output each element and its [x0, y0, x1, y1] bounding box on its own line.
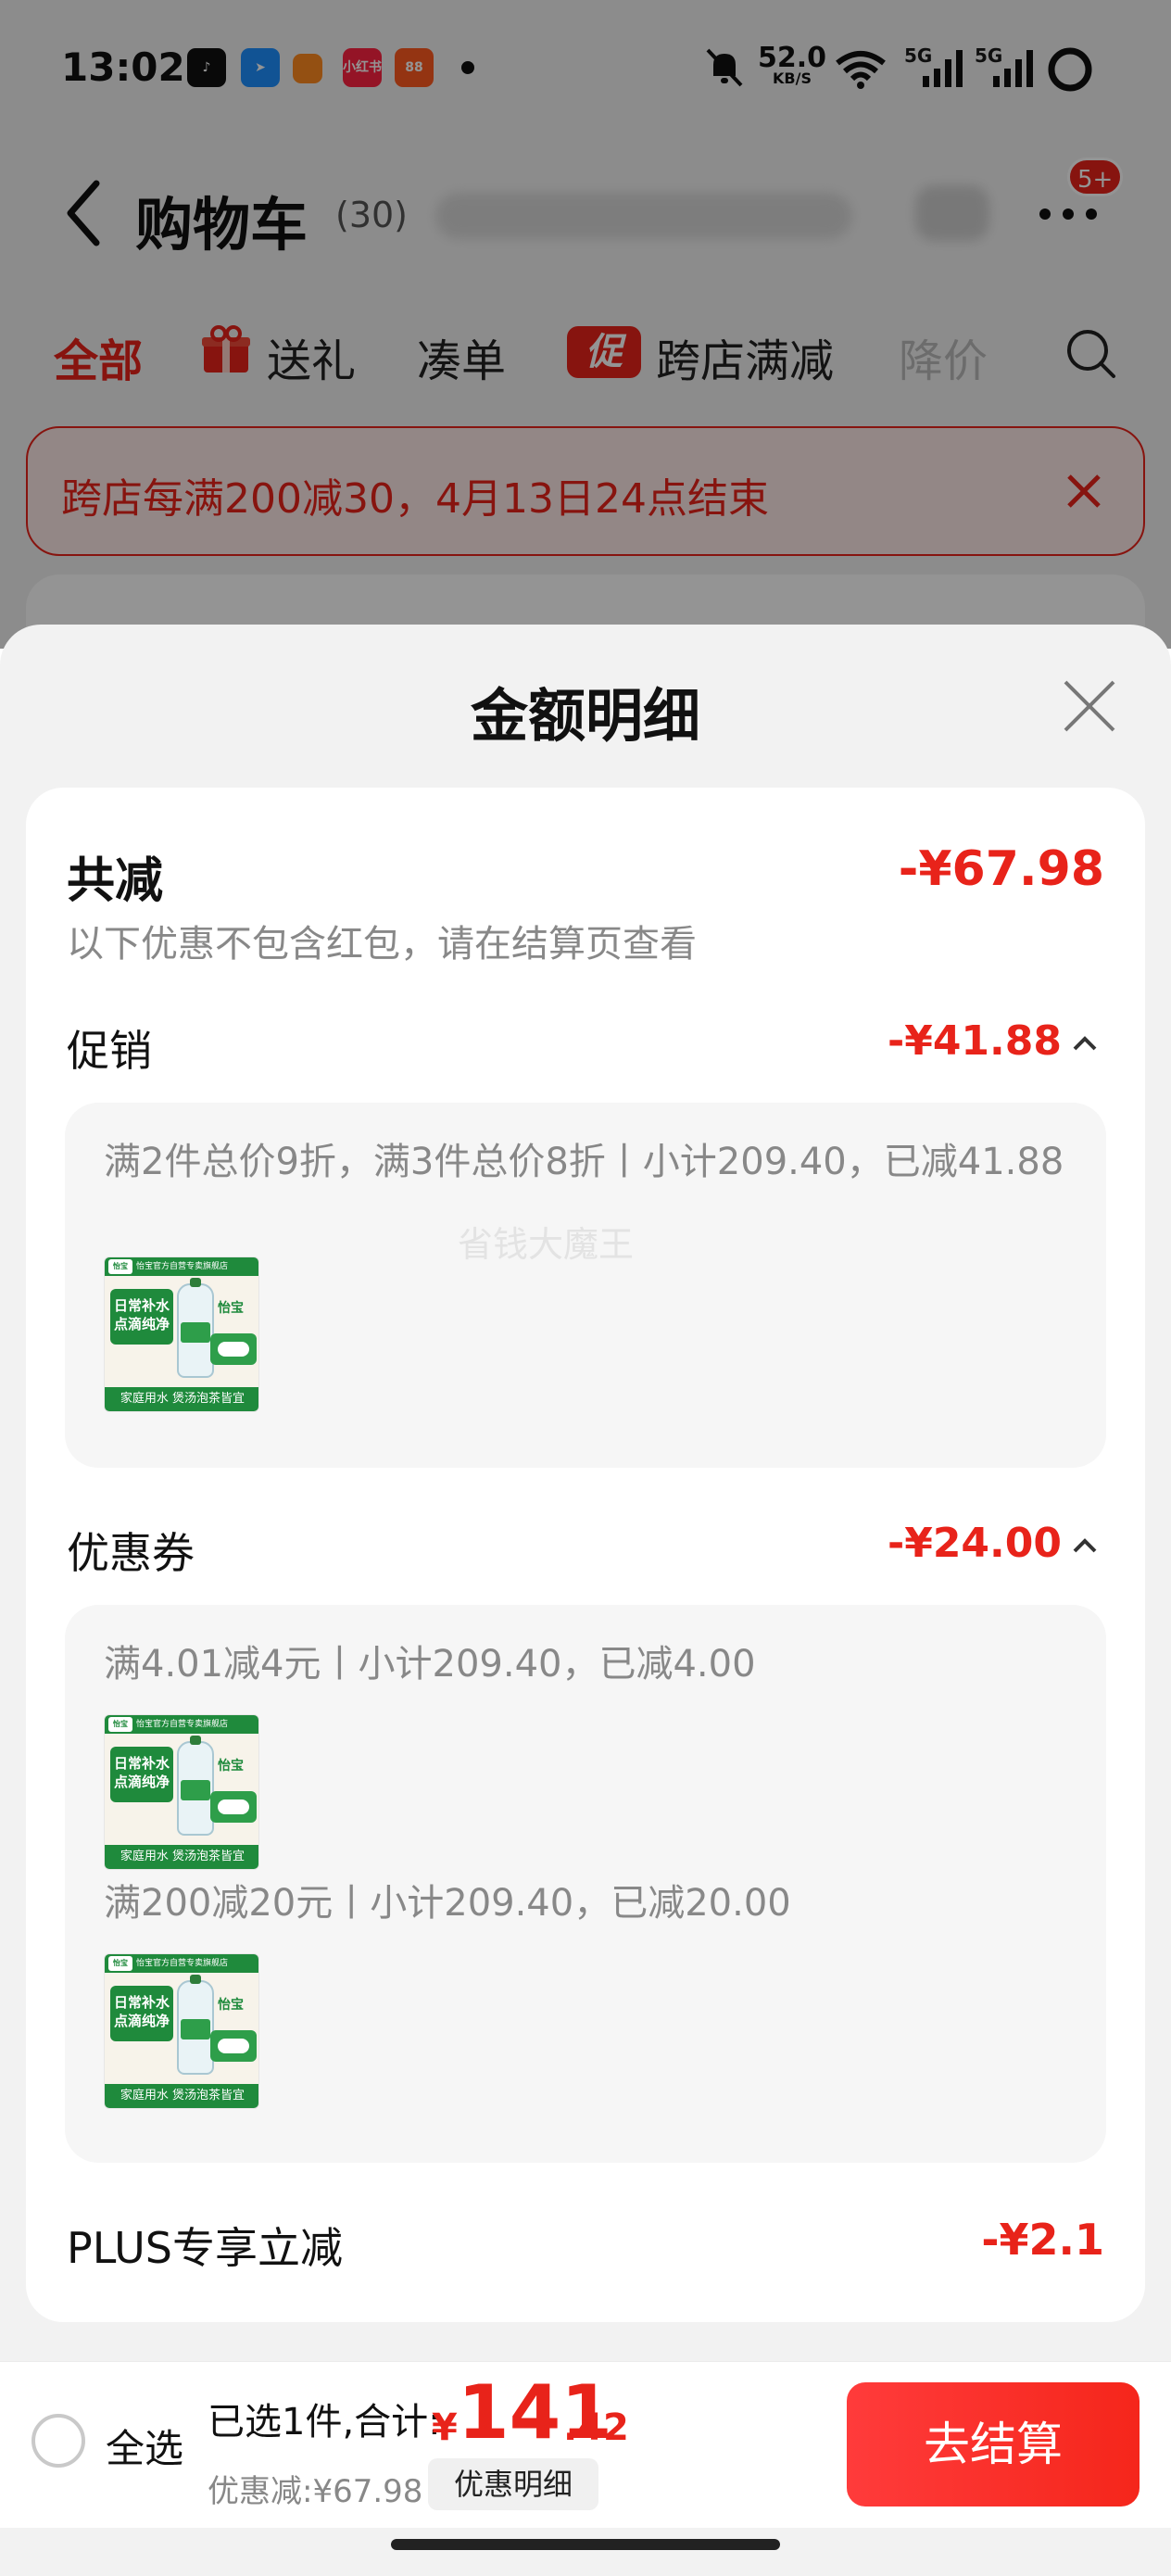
brand-logo-icon: 怡宝: [108, 1259, 132, 1274]
thumb-slogan: 日常补水 点滴纯净: [110, 1986, 173, 2041]
watermark-text: 省钱大魔王: [458, 1224, 635, 1265]
product-thumbnail[interactable]: 怡宝官方自营专卖旗舰店 怡宝 日常补水 点滴纯净 怡宝 家庭用水 煲汤泡茶皆宜: [104, 1256, 259, 1412]
thumb-brand: 怡宝: [218, 1301, 244, 1316]
coupon-value[interactable]: -¥24.00: [888, 1520, 1062, 1567]
amount-detail-sheet: 金额明细 共减 -¥67.98 以下优惠不包含红包，请在结算页查看 促销 -¥4…: [0, 625, 1171, 2576]
discount-summary: 优惠减:¥67.98: [208, 2473, 423, 2510]
coupon-label: 优惠券: [67, 1528, 195, 1578]
coupon-detail-text-1: 满4.01减4元丨小计209.40，已减4.00: [104, 1643, 756, 1686]
brand-logo-icon: 怡宝: [108, 1956, 132, 1971]
thumb-brand: 怡宝: [218, 1759, 244, 1774]
price-currency: ¥: [432, 2406, 458, 2449]
product-thumbnail[interactable]: 怡宝官方自营专卖旗舰店 怡宝 日常补水 点滴纯净 怡宝 家庭用水 煲汤泡茶皆宜: [104, 1714, 259, 1870]
water-bottle-image: [177, 1736, 214, 1836]
thumb-slogan-line1: 日常补水: [113, 1994, 170, 2011]
coupon-detail-text-2: 满200减20元丨小计209.40，已减20.00: [104, 1882, 791, 1925]
water-bottle-image: [177, 1975, 214, 2075]
thumb-bottom-band: 家庭用水 煲汤泡茶皆宜: [105, 2084, 258, 2108]
discount-detail-card: 共减 -¥67.98 以下优惠不包含红包，请在结算页查看 促销 -¥41.88 …: [26, 788, 1145, 2322]
thumb-brand: 怡宝: [218, 1998, 244, 2013]
promotion-detail-box: 满2件总价9折，满3件总价8折丨小计209.40，已减41.88 省钱大魔王 怡…: [65, 1103, 1106, 1468]
price-decimal: .42: [563, 2406, 629, 2449]
thumb-slogan: 日常补水 点滴纯净: [110, 1747, 173, 1802]
close-icon[interactable]: [1062, 678, 1117, 734]
water-bottle-image: [177, 1278, 214, 1378]
thumb-slogan-line2: 点滴纯净: [113, 1316, 170, 1332]
selected-summary: 已选1件,合计:: [208, 2401, 441, 2443]
promotion-label: 促销: [67, 1026, 152, 1076]
total-discount-value: -¥67.98: [898, 841, 1104, 897]
thumb-slogan-line2: 点滴纯净: [113, 1774, 170, 1790]
plus-discount-value: -¥2.1: [981, 2215, 1104, 2265]
select-all-checkbox[interactable]: [31, 2414, 85, 2468]
plus-discount-label: PLUS专享立减: [67, 2223, 343, 2273]
sheet-title: 金额明细: [470, 682, 700, 750]
promotion-detail-text: 满2件总价9折，满3件总价8折丨小计209.40，已减41.88: [104, 1141, 1064, 1183]
checkout-button[interactable]: 去结算: [847, 2382, 1140, 2507]
water-pack-image: [210, 2030, 257, 2062]
modal-backdrop[interactable]: [0, 0, 1171, 649]
chevron-up-icon[interactable]: [1071, 1032, 1099, 1054]
discount-note: 以下优惠不包含红包，请在结算页查看: [67, 923, 697, 966]
product-thumbnail[interactable]: 怡宝官方自营专卖旗舰店 怡宝 日常补水 点滴纯净 怡宝 家庭用水 煲汤泡茶皆宜: [104, 1953, 259, 2109]
thumb-bottom-band: 家庭用水 煲汤泡茶皆宜: [105, 1845, 258, 1869]
thumb-slogan-line1: 日常补水: [113, 1755, 170, 1772]
brand-logo-icon: 怡宝: [108, 1717, 132, 1732]
discount-detail-button[interactable]: 优惠明细: [428, 2458, 598, 2510]
home-indicator[interactable]: [391, 2539, 780, 2550]
chevron-up-icon[interactable]: [1071, 1534, 1099, 1557]
thumb-slogan-line1: 日常补水: [113, 1297, 170, 1314]
thumb-slogan: 日常补水 点滴纯净: [110, 1289, 173, 1345]
coupon-detail-box: 满4.01减4元丨小计209.40，已减4.00 怡宝官方自营专卖旗舰店 怡宝 …: [65, 1605, 1106, 2163]
select-all-label[interactable]: 全选: [106, 2418, 183, 2474]
water-pack-image: [210, 1333, 257, 1365]
promotion-value[interactable]: -¥41.88: [888, 1017, 1062, 1065]
thumb-slogan-line2: 点滴纯净: [113, 2013, 170, 2029]
total-discount-label: 共减: [67, 853, 164, 909]
checkout-bar: 全选 已选1件,合计: ¥ 141 .42 优惠减:¥67.98 优惠明细 去结…: [0, 2361, 1171, 2528]
thumb-bottom-band: 家庭用水 煲汤泡茶皆宜: [105, 1387, 258, 1411]
water-pack-image: [210, 1791, 257, 1823]
